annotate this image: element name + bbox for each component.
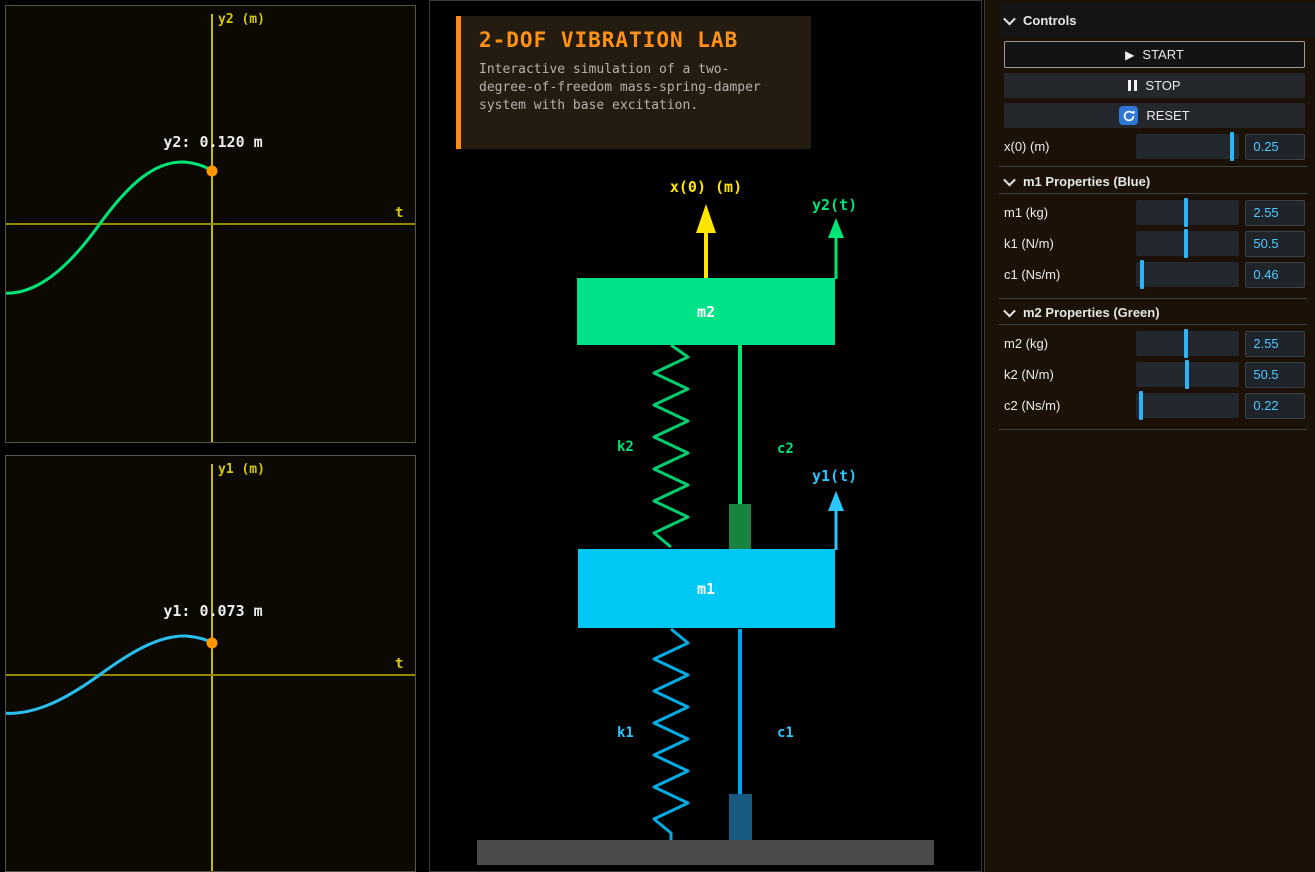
- play-icon: ▶: [1125, 49, 1134, 61]
- base-arrow-label: x(0) (m): [670, 178, 742, 196]
- y2-time-label: t: [395, 205, 403, 221]
- separator: [999, 429, 1307, 430]
- x0-label: x(0) (m): [1004, 139, 1136, 154]
- damper-c2-cylinder: [729, 504, 751, 549]
- m2-value[interactable]: 2.55: [1245, 331, 1305, 357]
- m2-properties-header[interactable]: m2 Properties (Green): [985, 300, 1315, 324]
- m2-slider-row: m2 (kg) 2.55: [1004, 331, 1305, 356]
- reset-button-label: RESET: [1146, 108, 1189, 123]
- k1-value[interactable]: 50.5: [1245, 231, 1305, 257]
- c2-slider-row: c2 (Ns/m) 0.22: [1004, 393, 1305, 418]
- chevron-down-icon: [1003, 304, 1016, 317]
- y2-readout: y2: 0.120 m: [163, 133, 262, 151]
- c2-slider-handle[interactable]: [1139, 391, 1143, 420]
- pause-icon: [1128, 80, 1137, 91]
- stop-button[interactable]: STOP: [1004, 73, 1305, 98]
- k2-slider-handle[interactable]: [1185, 360, 1189, 389]
- m1-properties-title: m1 Properties (Blue): [1023, 174, 1150, 189]
- k1-label: k1 (N/m): [1004, 236, 1136, 251]
- ground-base: [477, 840, 934, 865]
- system-diagram: [430, 1, 981, 871]
- y2-curve: [6, 162, 212, 293]
- chevron-down-icon: [1003, 12, 1016, 25]
- start-button-label: START: [1142, 47, 1183, 62]
- controls-section-header[interactable]: Controls: [999, 3, 1315, 37]
- y1-current-point: [207, 638, 218, 649]
- spring-k1: [654, 629, 688, 840]
- k1-slider[interactable]: [1136, 231, 1239, 256]
- c2-label: c2 (Ns/m): [1004, 398, 1136, 413]
- y1-plot-panel: y1 (m) t y1: 0.073 m: [5, 455, 416, 872]
- separator: [999, 298, 1307, 299]
- separator: [999, 166, 1307, 167]
- y2-arrow-label: y2(t): [812, 196, 857, 214]
- y1-arrow-head: [828, 491, 844, 511]
- c2-slider[interactable]: [1136, 393, 1239, 418]
- y2-current-point: [207, 166, 218, 177]
- simulation-panel: 2-DOF VIBRATION LAB Interactive simulati…: [429, 0, 982, 872]
- m1-label: m1 (kg): [1004, 205, 1136, 220]
- spring-k1-label: k1: [617, 725, 634, 741]
- m1-slider-handle[interactable]: [1184, 198, 1188, 227]
- damper-c2-label: c2: [777, 441, 794, 457]
- m2-label: m2 (kg): [1004, 336, 1136, 351]
- start-button[interactable]: ▶ START: [1004, 41, 1305, 68]
- y2-plot-panel: y2 (m) t y2: 0.120 m: [5, 5, 416, 443]
- controls-section-title: Controls: [1023, 13, 1076, 28]
- y1-readout: y1: 0.073 m: [163, 602, 262, 620]
- c2-value[interactable]: 0.22: [1245, 393, 1305, 419]
- mass-m2-label: m2: [697, 303, 715, 321]
- k2-value[interactable]: 50.5: [1245, 362, 1305, 388]
- y2-axis-label: y2 (m): [218, 12, 265, 27]
- x0-slider-handle[interactable]: [1230, 132, 1234, 161]
- spring-k2-label: k2: [617, 439, 634, 455]
- stop-button-label: STOP: [1145, 78, 1180, 93]
- controls-sidebar: Controls ▶ START STOP RESET x(0) (m) 0: [984, 0, 1315, 872]
- c1-slider[interactable]: [1136, 262, 1239, 287]
- y1-plot-canvas: [6, 456, 415, 871]
- separator: [999, 193, 1307, 194]
- m2-slider[interactable]: [1136, 331, 1239, 356]
- k2-slider[interactable]: [1136, 362, 1239, 387]
- k2-label: k2 (N/m): [1004, 367, 1136, 382]
- m2-slider-handle[interactable]: [1184, 329, 1188, 358]
- m1-slider[interactable]: [1136, 200, 1239, 225]
- reset-button[interactable]: RESET: [1004, 103, 1305, 128]
- base-arrow-head: [696, 204, 716, 233]
- x0-value[interactable]: 0.25: [1245, 134, 1305, 160]
- y1-time-label: t: [395, 656, 403, 672]
- mass-m1-label: m1: [697, 580, 715, 598]
- y1-arrow-label: y1(t): [812, 467, 857, 485]
- refresh-icon: [1119, 106, 1138, 125]
- m1-slider-row: m1 (kg) 2.55: [1004, 200, 1305, 225]
- c1-value[interactable]: 0.46: [1245, 262, 1305, 288]
- damper-c1-label: c1: [777, 725, 794, 741]
- y2-plot-canvas: [6, 6, 415, 442]
- m1-properties-header[interactable]: m1 Properties (Blue): [985, 169, 1315, 193]
- m2-properties-title: m2 Properties (Green): [1023, 305, 1160, 320]
- k1-slider-row: k1 (N/m) 50.5: [1004, 231, 1305, 256]
- y1-axis-label: y1 (m): [218, 462, 265, 477]
- vibration-lab-app: y2 (m) t y2: 0.120 m y1 (m) t y1: 0.073 …: [0, 0, 1315, 872]
- k2-slider-row: k2 (N/m) 50.5: [1004, 362, 1305, 387]
- x0-slider-row: x(0) (m) 0.25: [1004, 134, 1305, 159]
- m1-value[interactable]: 2.55: [1245, 200, 1305, 226]
- y2-arrow-head: [828, 218, 844, 238]
- chevron-down-icon: [1003, 173, 1016, 186]
- c1-slider-row: c1 (Ns/m) 0.46: [1004, 262, 1305, 287]
- separator: [999, 324, 1307, 325]
- spring-k2: [654, 345, 688, 547]
- k1-slider-handle[interactable]: [1184, 229, 1188, 258]
- c1-slider-handle[interactable]: [1140, 260, 1144, 289]
- damper-c1-cylinder: [729, 794, 752, 840]
- x0-slider[interactable]: [1136, 134, 1239, 159]
- c1-label: c1 (Ns/m): [1004, 267, 1136, 282]
